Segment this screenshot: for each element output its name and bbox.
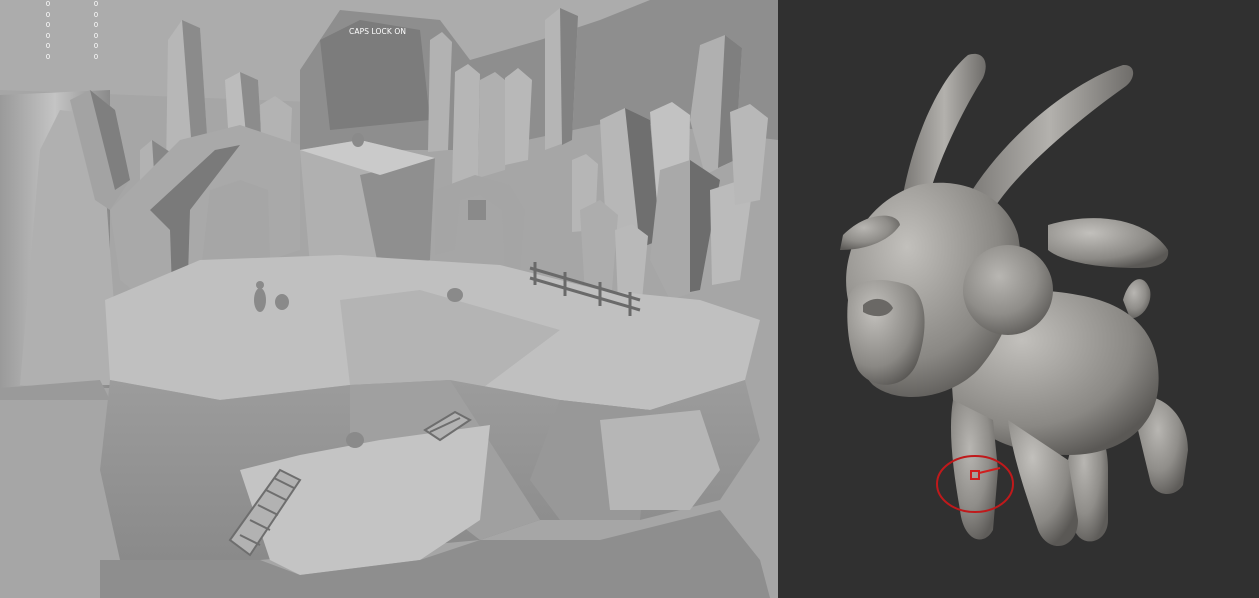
stat-value: 0 bbox=[93, 42, 99, 50]
caps-lock-indicator: CAPS LOCK ON bbox=[349, 27, 407, 36]
stats-column-left: 0 0 0 0 0 0 bbox=[38, 0, 58, 62]
stat-value: 0 bbox=[45, 31, 51, 40]
stat-value: 0 bbox=[93, 52, 99, 61]
goat-sculpt-render bbox=[840, 53, 1188, 547]
stat-value: 0 bbox=[45, 0, 51, 8]
stat-value: 0 bbox=[93, 21, 99, 29]
stat-value: 0 bbox=[93, 31, 99, 40]
stats-column-right: 0 0 0 0 0 0 bbox=[86, 0, 106, 62]
stat-value: 0 bbox=[45, 21, 51, 29]
stat-value: 0 bbox=[45, 42, 51, 50]
sculpt-viewport[interactable] bbox=[778, 0, 1259, 598]
scene-render bbox=[0, 0, 778, 598]
stat-value: 0 bbox=[45, 10, 51, 19]
stat-value: 0 bbox=[93, 0, 99, 8]
viewport-3d-scene[interactable]: 0 0 0 0 0 0 0 0 0 0 0 0 CAPS LOCK ON bbox=[0, 0, 778, 598]
stat-value: 0 bbox=[93, 10, 99, 19]
stat-value: 0 bbox=[45, 52, 51, 61]
